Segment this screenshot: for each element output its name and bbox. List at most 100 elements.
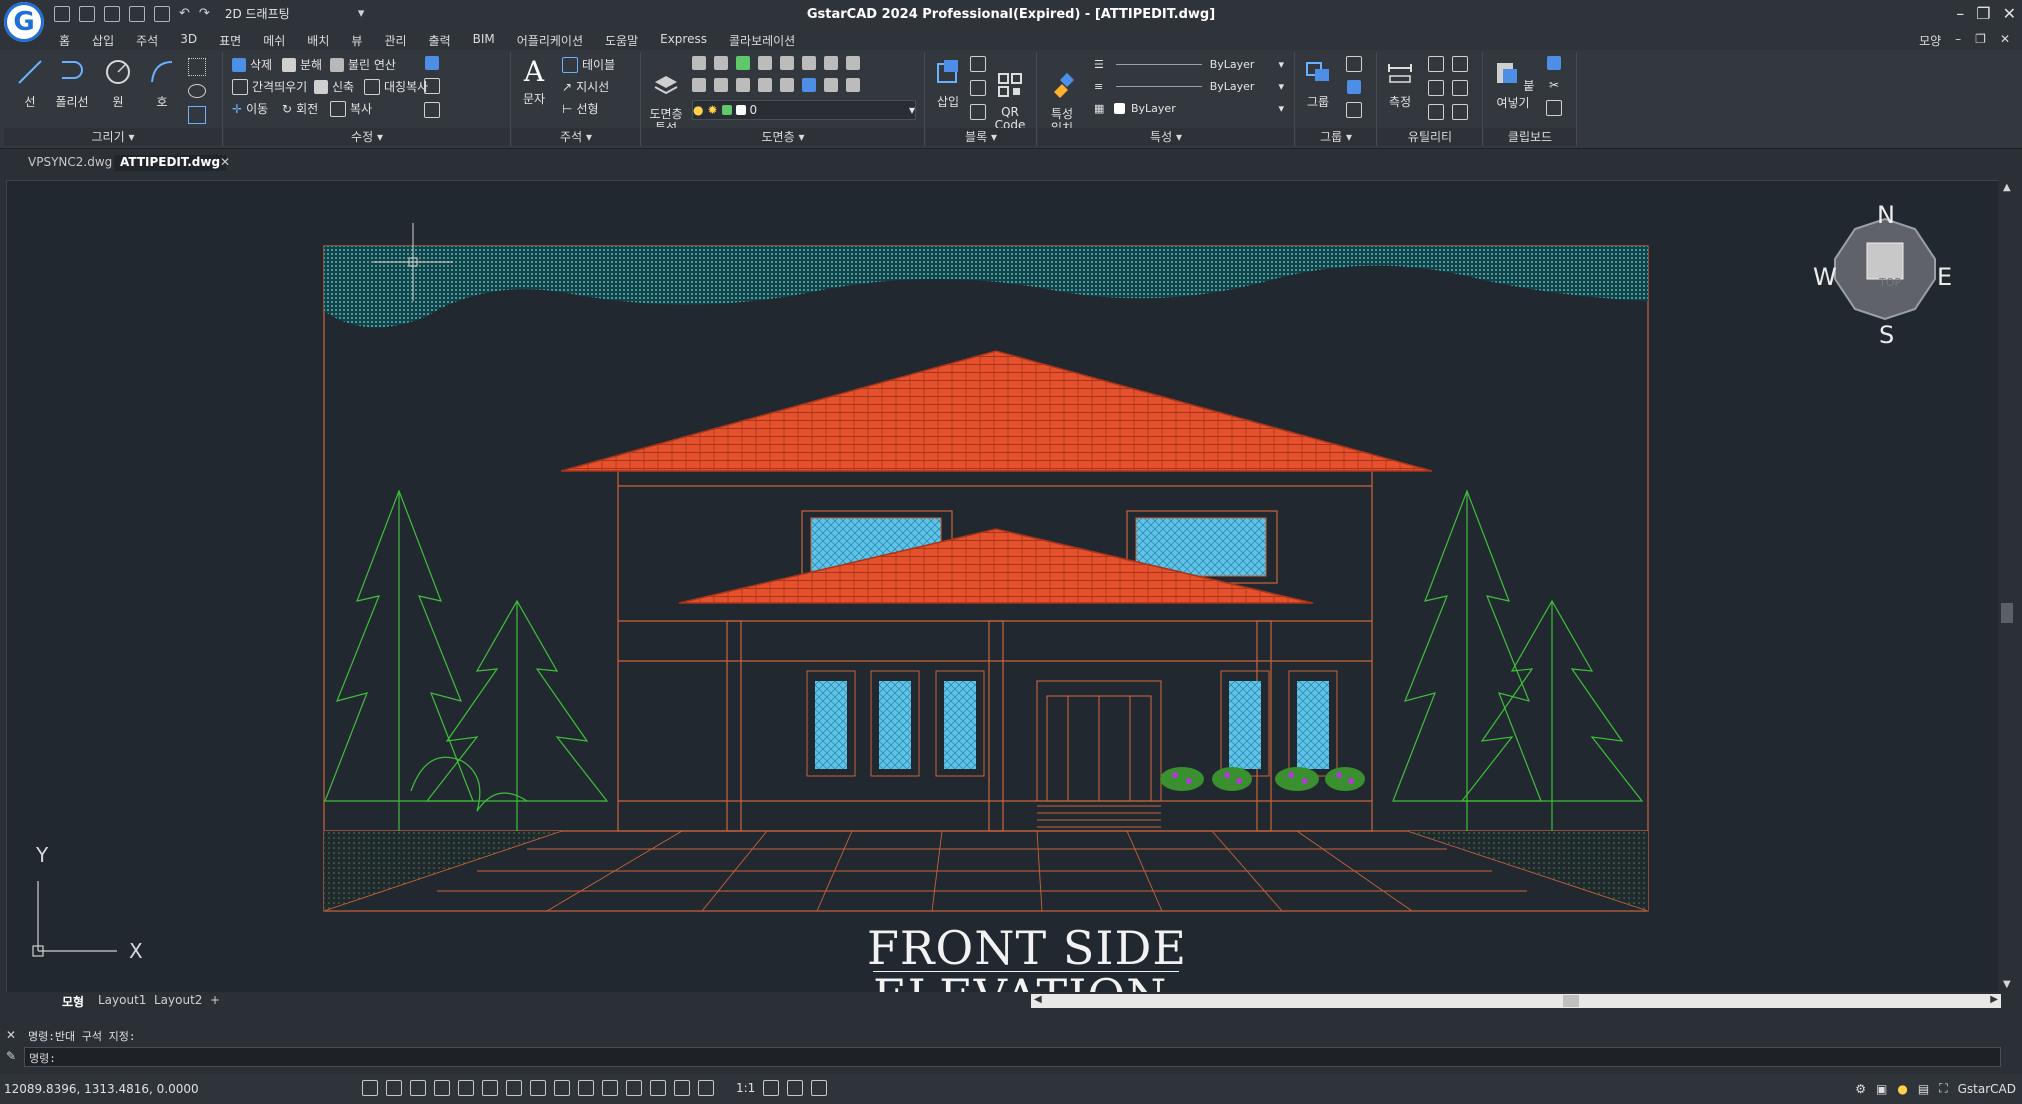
tab-model[interactable]: 모형 [62, 993, 84, 1010]
doc-close-button[interactable]: ✕ [2000, 32, 2010, 49]
tab-layout1[interactable]: Layout1 [98, 993, 146, 1007]
scroll-left-icon[interactable]: ◀ [1034, 994, 1042, 1005]
arc-button[interactable]: 호 [142, 58, 182, 110]
erase-button[interactable]: 삭제 [232, 56, 272, 73]
trim-icon[interactable] [424, 102, 440, 118]
layer-freeze-icon[interactable] [758, 56, 772, 70]
layer-thaw-icon[interactable] [714, 78, 728, 92]
attribute-icon[interactable] [970, 104, 986, 120]
close-command-icon[interactable]: ✕ [6, 1028, 16, 1042]
layer-isolate-icon[interactable] [714, 56, 728, 70]
linear-dim-button[interactable]: ⊢ 선형 [562, 100, 599, 117]
properties-panel-title[interactable]: 특성 ▾ [1038, 128, 1294, 146]
paste-button[interactable]: 붙여넣기 [1488, 58, 1538, 111]
viewcube-south[interactable]: S [1879, 321, 1894, 349]
id-point-icon[interactable] [1428, 56, 1444, 72]
menu-3d[interactable]: 3D [169, 32, 208, 49]
annotation-scale[interactable]: 1:1 [736, 1081, 755, 1095]
clipboard-panel-title[interactable]: 클립보드 [1484, 128, 1576, 146]
menu-home[interactable]: 홈 [48, 32, 81, 49]
copy-button[interactable]: 복사 [330, 100, 372, 117]
group-select-icon[interactable] [1346, 102, 1362, 118]
menu-view[interactable]: 뷰 [340, 32, 373, 49]
selection-cycling-icon[interactable] [626, 1080, 642, 1096]
lineweight-dropdown[interactable]: ▦ ByLayer ▾ [1094, 100, 1284, 116]
layer-merge-icon[interactable] [758, 78, 772, 92]
layer-current-icon[interactable] [802, 78, 816, 92]
array-icon[interactable] [425, 56, 439, 70]
close-tab-icon[interactable]: ✕ [214, 155, 236, 171]
menu-express[interactable]: Express [649, 32, 718, 49]
table-status-icon[interactable] [811, 1080, 828, 1096]
rectangle-icon[interactable] [188, 106, 206, 124]
quick-select-icon[interactable] [1452, 56, 1468, 72]
layer-lock-icon[interactable] [780, 56, 794, 70]
restore-button[interactable]: ❐ [1976, 4, 1990, 23]
line-button[interactable]: 선 [10, 58, 50, 110]
appearance-menu[interactable]: 모양 [1919, 32, 1941, 49]
point-icon[interactable] [188, 58, 206, 76]
viewcube-east[interactable]: E [1937, 263, 1952, 291]
menu-collaboration[interactable]: 콜라보레이션 [718, 32, 806, 49]
create-block-icon[interactable] [970, 56, 986, 72]
layer-state-icon[interactable] [692, 56, 706, 70]
explode-button[interactable]: 분해 [282, 56, 322, 73]
layer-translate-icon[interactable] [846, 78, 860, 92]
lineweight-toggle-icon[interactable] [578, 1080, 594, 1096]
measure-button[interactable]: 측정 [1380, 58, 1420, 110]
coordinate-readout[interactable]: 12089.8396, 1313.4816, 0.0000 [4, 1082, 199, 1096]
otrack-toggle-icon[interactable] [506, 1080, 522, 1096]
group-edit-icon[interactable] [1347, 80, 1361, 94]
viewcube-west[interactable]: W [1813, 263, 1837, 291]
menu-layout[interactable]: 배치 [296, 32, 340, 49]
fillet-icon[interactable] [424, 78, 440, 94]
ortho-toggle-icon[interactable] [434, 1080, 450, 1096]
layer-on-icon[interactable] [736, 56, 750, 70]
layer-match-icon[interactable] [802, 56, 816, 70]
doc-minimize-button[interactable]: – [1955, 32, 1961, 49]
offset-button[interactable]: 간격띄우기 [232, 78, 307, 95]
transparency-toggle-icon[interactable] [602, 1080, 618, 1096]
drawing-canvas[interactable]: N S E W TOP Y X FRONT SIDE ELEVATION [6, 180, 2000, 994]
close-button[interactable]: ✕ [2003, 4, 2016, 23]
viewcube[interactable] [1834, 217, 1936, 321]
match-properties-button[interactable]: 특성 일치 [1042, 58, 1082, 135]
scroll-right-icon[interactable]: ▶ [1990, 994, 1998, 1005]
layers-status-icon[interactable] [650, 1080, 666, 1096]
horizontal-scroll-thumb[interactable] [1563, 995, 1579, 1007]
leader-button[interactable]: ↗ 지시선 [562, 78, 609, 95]
command-input[interactable]: 명령: [24, 1047, 2001, 1067]
ungroup-icon[interactable] [1346, 56, 1362, 72]
copy-clip-icon[interactable] [1547, 56, 1561, 70]
tab-attipedit[interactable]: ATTIPEDIT.dwg [114, 155, 227, 171]
circle-button[interactable]: 원 [98, 58, 138, 110]
zoom-status-icon[interactable] [674, 1080, 690, 1096]
layer-off-icon[interactable] [692, 78, 706, 92]
layers-panel-title[interactable]: 도면층 ▾ [642, 128, 924, 146]
filter-icon[interactable] [1452, 80, 1468, 96]
horizontal-scrollbar[interactable]: ◀ ▶ [1031, 994, 2001, 1008]
lock-icon[interactable]: ▣ [1876, 1082, 1887, 1096]
gear-icon[interactable]: ⚙ [1855, 1082, 1866, 1096]
layer-unlock-icon[interactable] [736, 78, 750, 92]
groups-panel-title[interactable]: 그룹 ▾ [1296, 128, 1376, 146]
osnap-toggle-icon[interactable] [482, 1080, 498, 1096]
copy-base-icon[interactable] [1546, 100, 1562, 116]
edit-block-icon[interactable] [970, 80, 986, 96]
menu-manage[interactable]: 관리 [373, 32, 417, 49]
move-button[interactable]: ✛ 이동 [232, 100, 268, 117]
polyline-button[interactable]: 폴리선 [52, 58, 92, 110]
utilities-panel-title[interactable]: 유틸리티 [1378, 128, 1482, 146]
vertical-scroll-thumb[interactable] [2001, 603, 2013, 623]
linetype-dropdown[interactable]: ≡ ByLayer ▾ [1094, 78, 1284, 94]
scroll-down-icon[interactable]: ▼ [2003, 979, 2011, 990]
block-panel-title[interactable]: 블록 ▾ [926, 128, 1036, 146]
cut-icon[interactable]: ✂ [1549, 78, 1559, 92]
layer-dropdown[interactable]: ● ✹ 0 ▾ [692, 100, 916, 120]
menu-surface[interactable]: 표면 [208, 32, 252, 49]
annotation-panel-title[interactable]: 주석 ▾ [512, 128, 640, 146]
grid-toggle-icon[interactable] [362, 1080, 378, 1096]
menu-insert[interactable]: 삽입 [81, 32, 125, 49]
app-logo-button[interactable]: G [4, 2, 44, 42]
viewport-status-icon[interactable] [698, 1080, 714, 1096]
